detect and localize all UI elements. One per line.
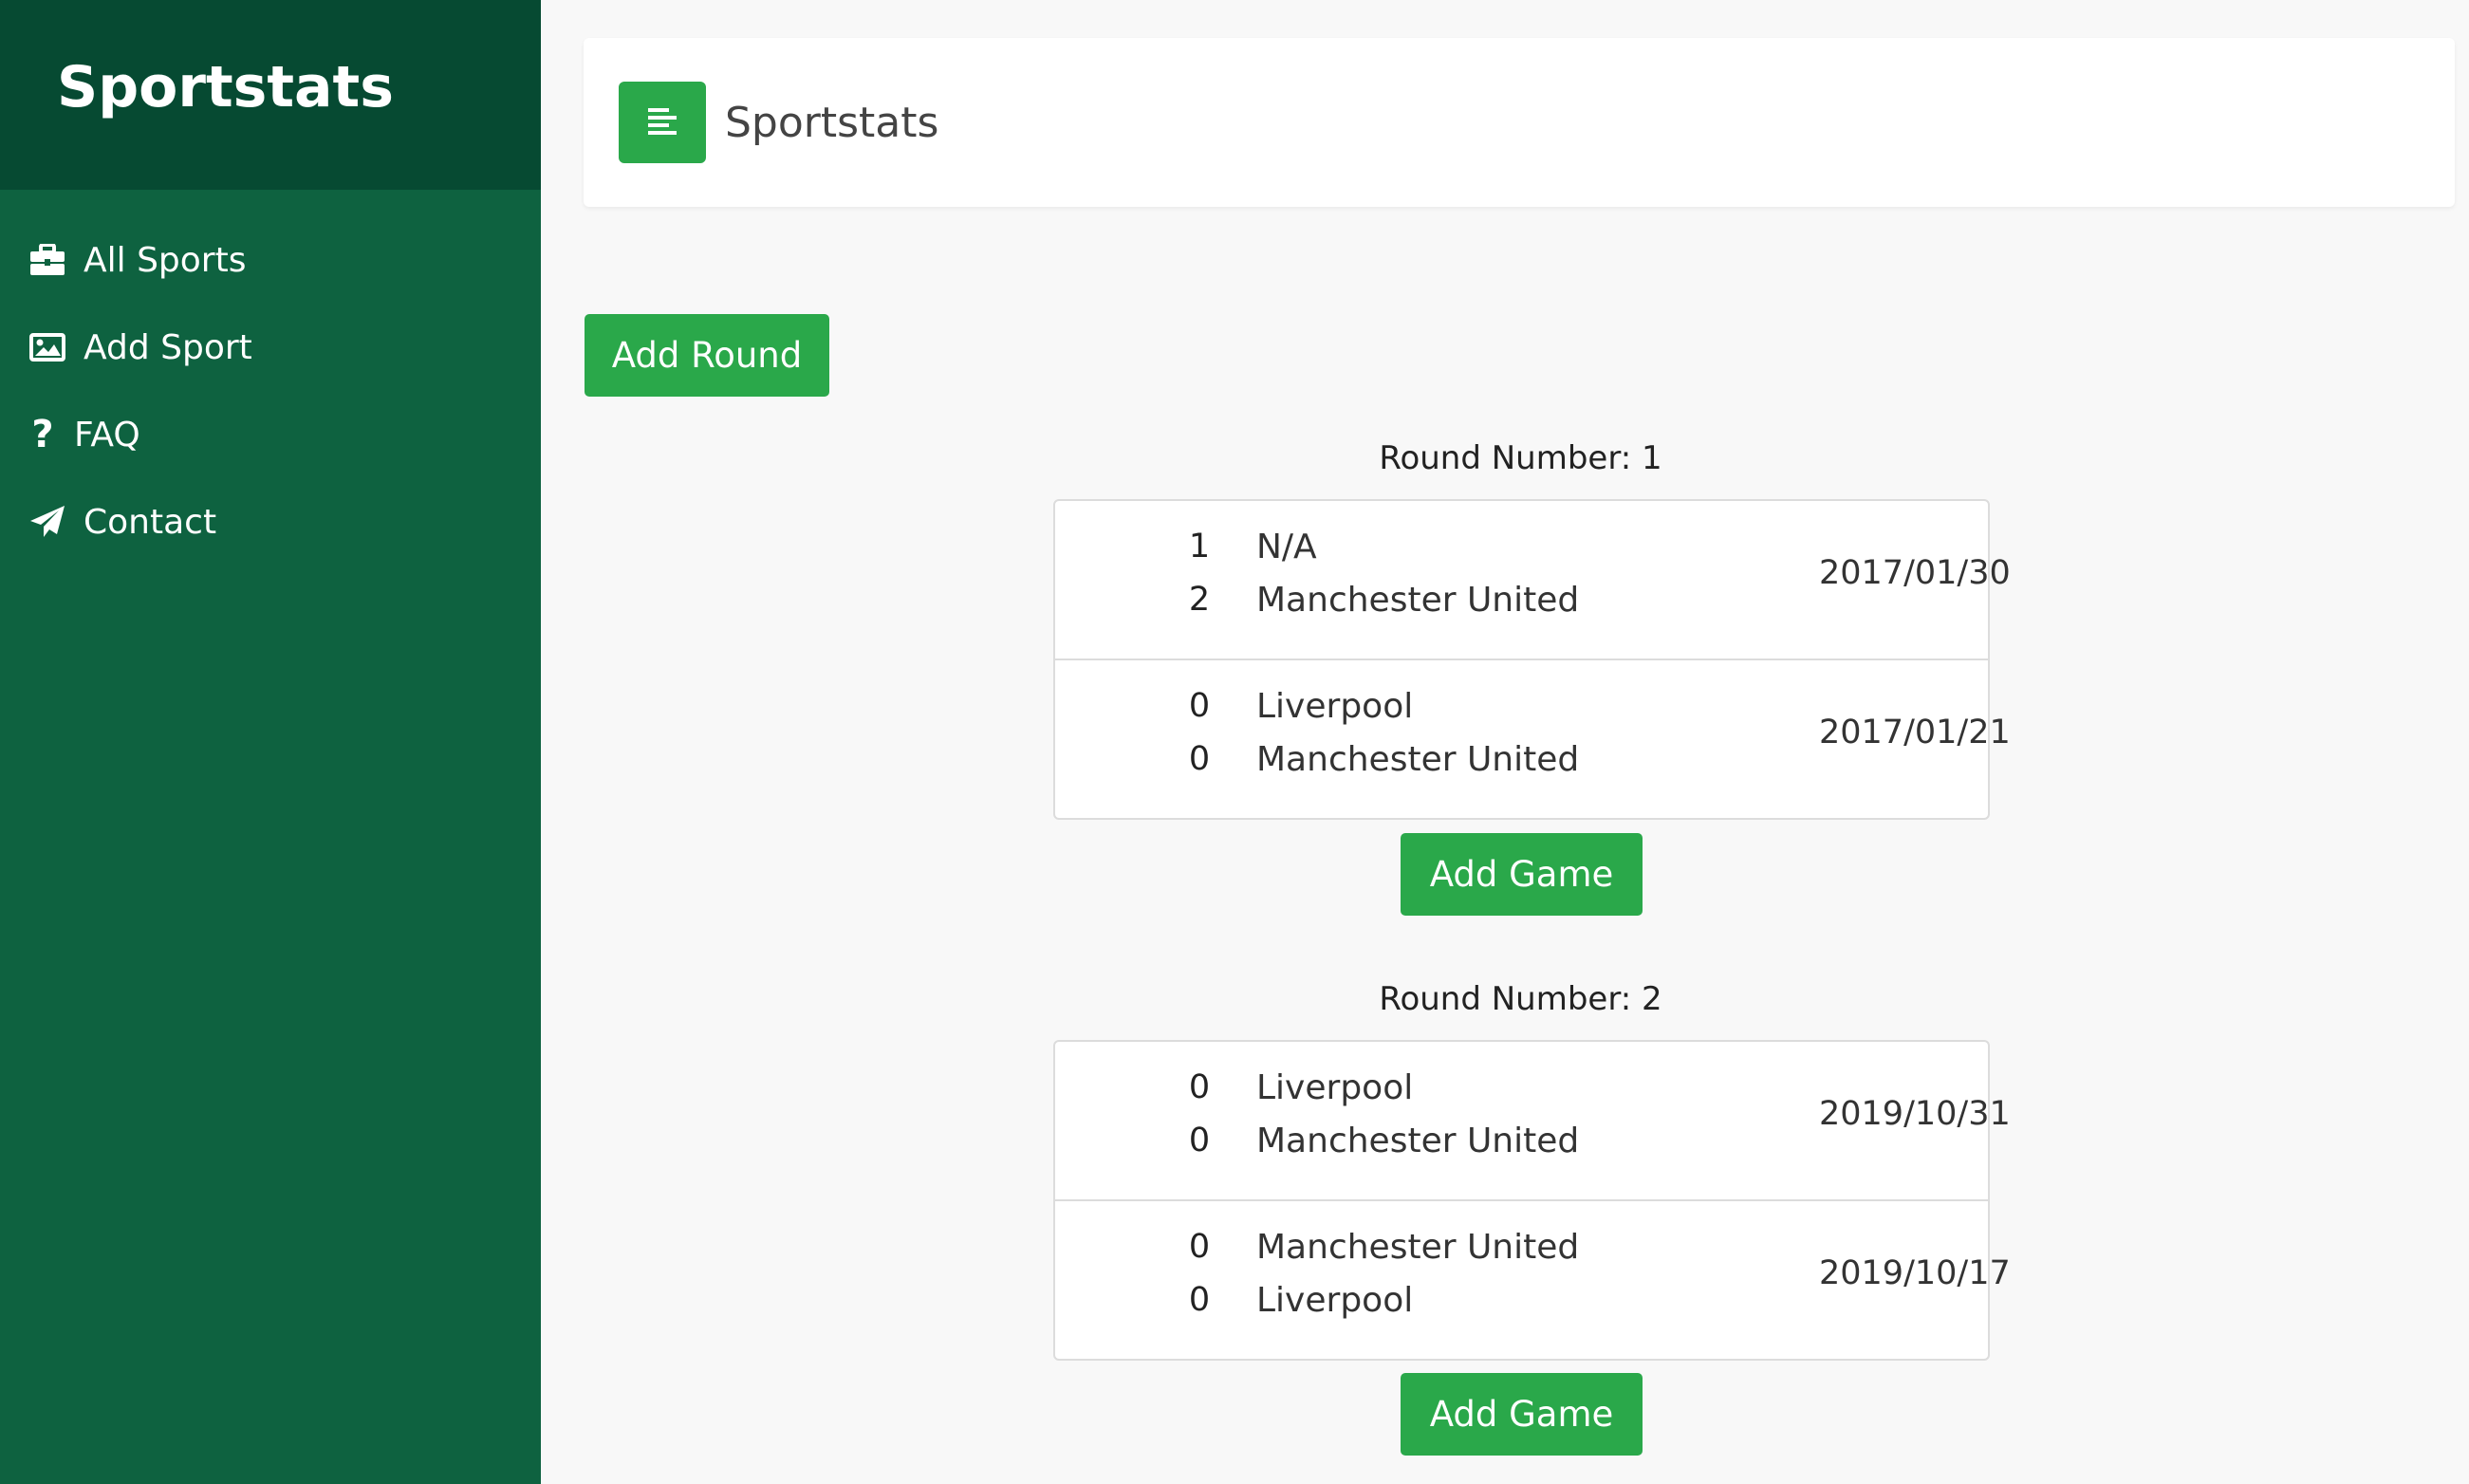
- away-score: 0: [1188, 1122, 1211, 1159]
- sidebar-toggle-button[interactable]: [619, 82, 706, 163]
- away-team: Manchester United: [1256, 581, 1580, 620]
- sidebar-item-label: Add Sport: [84, 327, 252, 367]
- game-row[interactable]: 0 Liverpool 0 Manchester United 2017/01/…: [1055, 660, 2011, 818]
- away-score: 0: [1188, 740, 1211, 778]
- home-team: Liverpool: [1256, 1068, 1414, 1107]
- sidebar-item-faq[interactable]: ? FAQ: [0, 391, 541, 478]
- sidebar-brand[interactable]: Sportstats: [0, 0, 541, 190]
- add-game-button[interactable]: Add Game: [1401, 1373, 1643, 1456]
- top-bar: Sportstats: [584, 38, 2455, 207]
- brand-title[interactable]: Sportstats: [57, 54, 394, 121]
- sidebar-item-label: All Sports: [84, 240, 247, 280]
- home-score: 0: [1188, 1068, 1211, 1106]
- away-score: 2: [1188, 581, 1211, 619]
- away-team: Liverpool: [1256, 1281, 1414, 1320]
- page-title: Sportstats: [725, 98, 939, 147]
- home-score: 0: [1188, 1228, 1211, 1266]
- align-left-icon: [646, 104, 678, 140]
- round-games-card: 0 Liverpool 0 Manchester United 2019/10/…: [1053, 1040, 2011, 1361]
- game-date: 2017/01/30: [1819, 554, 2011, 592]
- sidebar-item-all-sports[interactable]: All Sports: [0, 216, 541, 304]
- home-team: Manchester United: [1256, 1228, 1580, 1267]
- sidebar-nav: All Sports Add Sport ? FAQ Contact: [0, 216, 541, 566]
- image-icon: [28, 328, 66, 366]
- home-score: 0: [1188, 687, 1211, 725]
- game-row[interactable]: 0 Liverpool 0 Manchester United 2019/10/…: [1055, 1042, 2011, 1201]
- sidebar: Sportstats All Sports Add Sport ? FAQ Co…: [0, 0, 541, 1484]
- home-team: Liverpool: [1256, 687, 1414, 726]
- away-team: Manchester United: [1256, 1122, 1580, 1160]
- add-round-button[interactable]: Add Round: [585, 314, 829, 397]
- away-team: Manchester United: [1256, 740, 1580, 779]
- sidebar-item-label: Contact: [84, 502, 217, 542]
- game-row[interactable]: 0 Manchester United 0 Liverpool 2019/10/…: [1055, 1201, 2011, 1359]
- paper-plane-icon: [28, 503, 66, 541]
- sidebar-item-label: FAQ: [74, 415, 140, 454]
- round-title: Round Number: 2: [1379, 980, 1662, 1018]
- sidebar-item-add-sport[interactable]: Add Sport: [0, 304, 541, 391]
- add-game-button[interactable]: Add Game: [1401, 833, 1643, 916]
- game-date: 2017/01/21: [1819, 714, 2011, 751]
- home-team: N/A: [1256, 528, 1317, 566]
- game-row[interactable]: 1 N/A 2 Manchester United 2017/01/30: [1055, 501, 2011, 660]
- game-date: 2019/10/31: [1819, 1095, 2011, 1133]
- away-score: 0: [1188, 1281, 1211, 1319]
- home-score: 1: [1188, 528, 1211, 566]
- round-title: Round Number: 1: [1379, 439, 1662, 477]
- question-icon: ?: [31, 413, 54, 456]
- briefcase-icon: [28, 241, 66, 279]
- round-games-card: 1 N/A 2 Manchester United 2017/01/30 0 L…: [1053, 499, 2011, 820]
- game-date: 2019/10/17: [1819, 1254, 2011, 1292]
- sidebar-item-contact[interactable]: Contact: [0, 478, 541, 566]
